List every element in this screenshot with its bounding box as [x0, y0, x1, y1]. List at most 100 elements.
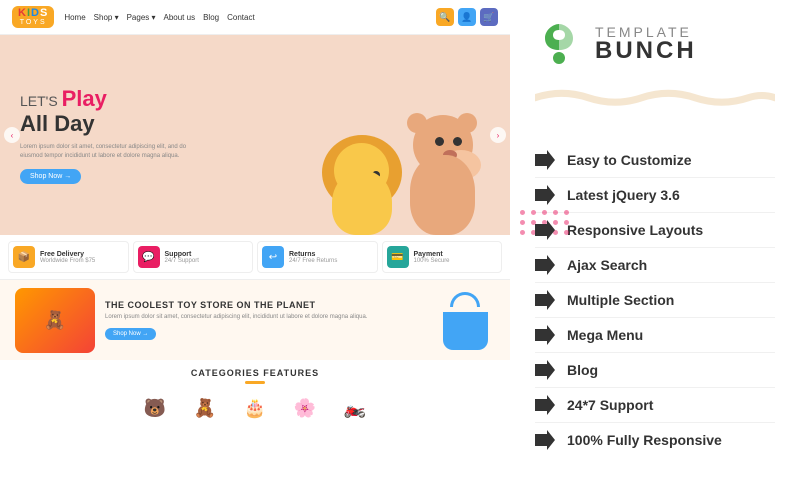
- arrow-icon-1: [535, 150, 555, 170]
- bear-eye-left: [435, 137, 444, 146]
- feature-support: 💬 Support 24/7 Support: [133, 241, 254, 273]
- dot-11: [520, 230, 525, 235]
- bucket-handle: [450, 292, 480, 307]
- feature-label-7: Blog: [567, 362, 598, 378]
- slider-next-button[interactable]: ›: [490, 127, 506, 143]
- dot-6: [520, 220, 525, 225]
- payment-icon: 💳: [387, 246, 409, 268]
- delivery-icon: 📦: [13, 246, 35, 268]
- brand-header: templATe BUnCH: [535, 20, 775, 68]
- dot-5: [564, 210, 569, 215]
- feature-ajax: Ajax Search: [535, 248, 775, 283]
- feature-support-sub: 24/7 Support: [165, 258, 199, 264]
- cat-birthday: 🎂: [236, 389, 274, 427]
- feature-mega-menu: Mega Menu: [535, 318, 775, 353]
- feature-blog: Blog: [535, 353, 775, 388]
- dot-9: [553, 220, 558, 225]
- feature-label-5: Multiple Section: [567, 292, 674, 308]
- dot-4: [553, 210, 558, 215]
- cat-flowers: 🌸: [286, 389, 324, 427]
- features-list: Easy to Customize Latest jQuery 3.6 Resp…: [535, 143, 775, 457]
- feature-label-4: Ajax Search: [567, 257, 647, 273]
- feature-payment-title: Payment: [414, 251, 450, 258]
- hero-toys: [320, 105, 490, 235]
- arrow-icon-7: [535, 360, 555, 380]
- feature-payment-sub: 100% Secure: [414, 258, 450, 264]
- feature-returns-title: Returns: [289, 251, 337, 258]
- nav-icons: 🔍 👤 🛒: [436, 8, 498, 26]
- logo-toys: TOYS: [20, 19, 47, 26]
- cat-birthday-icon: 🎂: [236, 389, 274, 427]
- cat-soft-toys: 🐻: [136, 389, 174, 427]
- nav-shop[interactable]: Shop ▾: [94, 13, 119, 22]
- arrow-icon-9: [535, 430, 555, 450]
- nav-contact[interactable]: Contact: [227, 13, 255, 22]
- arrow-icon-4: [535, 255, 555, 275]
- right-panel: templATe BUnCH Easy to Customize: [510, 0, 800, 500]
- nav-links: Home Shop ▾ Pages ▾ About us Blog Contac…: [64, 13, 426, 22]
- bear-body: [410, 155, 475, 235]
- lion-body: [332, 170, 392, 235]
- lion-toy: [320, 125, 405, 235]
- brand-bunch-label: BUnCH: [595, 39, 697, 63]
- bear-toy: [395, 105, 490, 235]
- dot-1: [520, 210, 525, 215]
- cart-icon[interactable]: 🛒: [480, 8, 498, 26]
- nav-about[interactable]: About us: [164, 13, 196, 22]
- left-panel: KIDS TOYS Home Shop ▾ Pages ▾ About us B…: [0, 0, 510, 500]
- features-bar: 📦 Free Delivery Worldwide From $75 💬 Sup…: [0, 235, 510, 280]
- feature-support-text: Support 24/7 Support: [165, 251, 199, 264]
- promo-title: THE COOLEST TOY STORE ON THE PLANET: [105, 300, 425, 310]
- hero-content: LET'S Play All Day Lorem ipsum dolor sit…: [0, 66, 220, 203]
- feature-label-2: Latest jQuery 3.6: [567, 187, 680, 203]
- arrow-icon-5: [535, 290, 555, 310]
- arrow-icon-8: [535, 395, 555, 415]
- feature-easy-customize: Easy to Customize: [535, 143, 775, 178]
- dot-2: [531, 210, 536, 215]
- logo: KIDS TOYS: [12, 6, 54, 28]
- nav-blog[interactable]: Blog: [203, 13, 219, 22]
- cat-plush-icon: 🧸: [186, 389, 224, 427]
- hero-section: ‹ LET'S Play All Day Lorem ipsum dolor s…: [0, 35, 510, 235]
- feature-support-title: Support: [165, 251, 199, 258]
- cat-flowers-icon: 🌸: [286, 389, 324, 427]
- brand-logo-icon: [535, 20, 583, 68]
- slider-prev-button[interactable]: ‹: [4, 127, 20, 143]
- feature-label-6: Mega Menu: [567, 327, 643, 343]
- feature-label-3: Responsive Layouts: [567, 222, 703, 238]
- categories-divider: [245, 381, 265, 384]
- promo-content: THE COOLEST TOY STORE ON THE PLANET Lore…: [105, 300, 425, 339]
- bear-eye-right: [453, 137, 462, 146]
- user-icon[interactable]: 👤: [458, 8, 476, 26]
- feature-fully-responsive: 100% Fully Responsive: [535, 423, 775, 457]
- hero-lets: LET'S Play: [20, 86, 200, 112]
- categories-items: 🐻 🧸 🎂 🌸 🏍️: [10, 389, 500, 427]
- arrow-icon-6: [535, 325, 555, 345]
- cat-soft-toys-icon: 🐻: [136, 389, 174, 427]
- feature-delivery-title: Free Delivery: [40, 251, 95, 258]
- feature-label-1: Easy to Customize: [567, 152, 691, 168]
- feature-payment: 💳 Payment 100% Secure: [382, 241, 503, 273]
- feature-returns-sub: 24/7 Free Returns: [289, 258, 337, 264]
- support-icon: 💬: [138, 246, 160, 268]
- promo-section: 🧸 THE COOLEST TOY STORE ON THE PLANET Lo…: [0, 280, 510, 360]
- nav-pages[interactable]: Pages ▾: [127, 13, 156, 22]
- navbar: KIDS TOYS Home Shop ▾ Pages ▾ About us B…: [0, 0, 510, 35]
- dot-3: [542, 210, 547, 215]
- promo-shop-button[interactable]: Shop Now →: [105, 328, 156, 340]
- feature-delivery-sub: Worldwide From $75: [40, 258, 95, 264]
- feature-payment-text: Payment 100% Secure: [414, 251, 450, 264]
- dot-15: [564, 230, 569, 235]
- dot-10: [564, 220, 569, 225]
- logo-kids: KIDS: [18, 8, 48, 19]
- cat-plush: 🧸: [186, 389, 224, 427]
- bucket-body: [443, 312, 488, 350]
- returns-icon: ↩: [262, 246, 284, 268]
- hero-title: All Day: [20, 112, 200, 136]
- wave-decoration: [535, 83, 775, 108]
- search-icon[interactable]: 🔍: [436, 8, 454, 26]
- hero-shop-button[interactable]: Shop Now →: [20, 169, 81, 184]
- feature-delivery: 📦 Free Delivery Worldwide From $75: [8, 241, 129, 273]
- nav-home[interactable]: Home: [64, 13, 85, 22]
- feature-support-247: 24*7 Support: [535, 388, 775, 423]
